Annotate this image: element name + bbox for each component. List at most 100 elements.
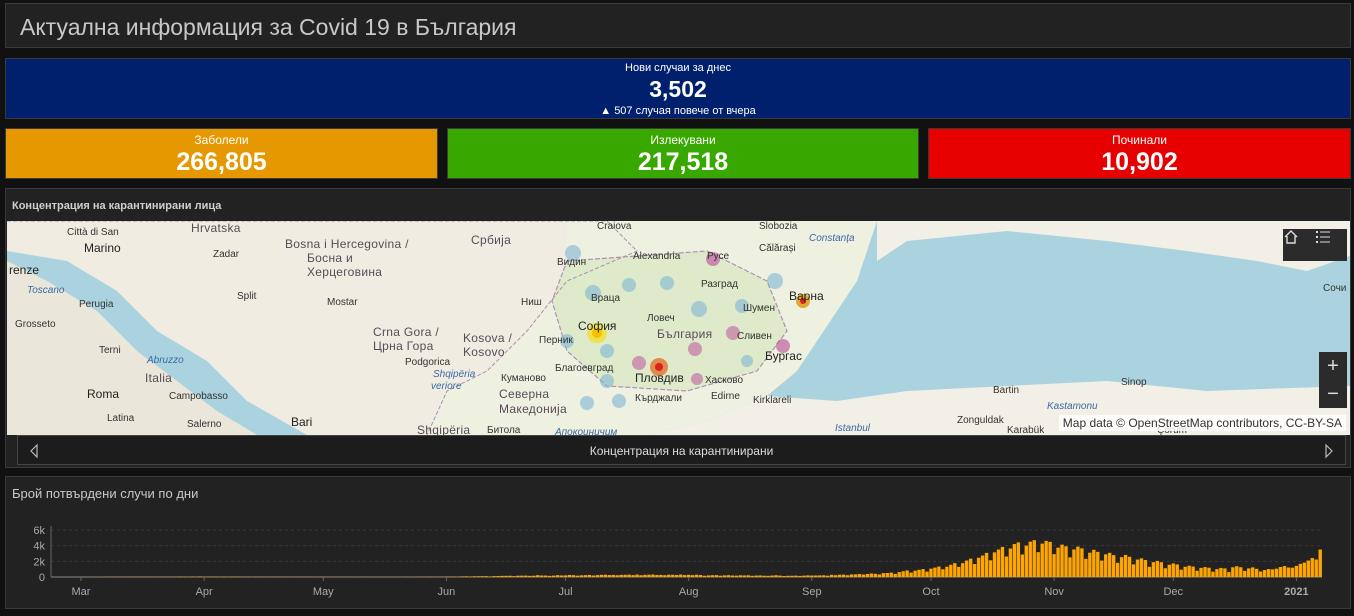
map-place-label: Шумен [743, 303, 776, 314]
chart-bar [567, 574, 572, 577]
map-place-label: Latina [107, 413, 135, 424]
chart-bar [611, 574, 615, 577]
chart-bar [1310, 558, 1314, 577]
header-bar: Актуална информация за Covid 19 в Българ… [5, 3, 1351, 48]
chart-bar [615, 575, 619, 577]
map-place-label: Ловеч [647, 313, 675, 324]
quarantine-map[interactable]: Città di San Marino Hrvatska Bosna i Her… [7, 221, 1350, 435]
chart-bar [698, 575, 703, 577]
map-place-label: Shqipëria [417, 423, 471, 435]
chart-bar [1088, 552, 1092, 577]
chart-bar [1127, 556, 1132, 577]
chart-bar [1187, 565, 1191, 577]
map-place-label: Kastamonu [1047, 401, 1098, 412]
x-tick-label: Dec [1163, 586, 1183, 598]
chart-bar [1231, 567, 1235, 577]
chart-bar [635, 574, 639, 577]
chart-bar [1258, 571, 1263, 577]
map-place-label: Shqipëria [433, 369, 476, 380]
chart-bar [687, 574, 691, 577]
chart-bar [496, 576, 500, 577]
chart-bar [1064, 546, 1068, 577]
chart-bar [555, 575, 560, 577]
chart-bar [623, 574, 627, 577]
chart-bar [905, 570, 909, 577]
chart-bar [575, 575, 580, 577]
chart-bar [639, 575, 643, 577]
map-place-label: Перник [539, 335, 573, 346]
zoom-out-button[interactable]: − [1319, 380, 1347, 408]
map-place-label: Видин [557, 257, 587, 268]
chart-bar [1298, 563, 1303, 577]
chart-bar [643, 574, 647, 577]
chart-bar [1052, 554, 1056, 577]
chart-bar [714, 575, 719, 577]
map-place-label: Italia [145, 371, 173, 385]
chart-bar [1020, 554, 1025, 577]
map-place-label: Србија [471, 233, 512, 247]
chart-bar [1123, 554, 1128, 577]
chart-bar [694, 574, 699, 577]
chart-bar [1024, 545, 1028, 577]
chart-bar [710, 575, 715, 577]
chart-bar [770, 575, 774, 577]
chart-bar [1306, 560, 1310, 577]
chart-bar [1195, 570, 1199, 577]
chart-bar [1294, 565, 1299, 577]
chart-bar [1159, 562, 1164, 577]
chart-bar [1239, 567, 1243, 577]
chart-bar [516, 575, 520, 577]
chart-bar [957, 566, 961, 577]
chart-bar [1100, 560, 1104, 577]
chart-bar [1139, 558, 1144, 577]
x-tick-label: Jun [438, 586, 456, 598]
map-place-label: Пловдив [635, 371, 684, 385]
chart-bar [790, 575, 794, 577]
map-place-label: Călărași [759, 243, 796, 254]
legend-list-icon [1316, 231, 1330, 243]
chart-bar [1251, 567, 1255, 577]
chart-bar [627, 574, 631, 577]
chart-bar [1266, 569, 1271, 577]
map-place-label: Constanța [809, 233, 855, 244]
chart-bar [1143, 559, 1148, 577]
chart-bar [897, 572, 901, 577]
map-place-label: Istanbul [835, 423, 871, 434]
deceased-label: Починали [1112, 133, 1167, 147]
chart-bar [472, 576, 476, 577]
chart-bar [1016, 542, 1021, 577]
chart-bar [683, 575, 687, 577]
recovered-label: Излекувани [650, 133, 716, 147]
home-button[interactable] [1283, 229, 1315, 261]
chart-bar [857, 574, 862, 577]
chart-bar [512, 576, 516, 577]
chart-bar [547, 575, 552, 577]
chart-bar [591, 575, 596, 577]
chart-bar [1199, 567, 1203, 577]
map-place-label: renze [9, 263, 40, 277]
chart-bar [794, 575, 798, 577]
chart-bar [845, 575, 850, 577]
new-cases-value: 3,502 [649, 76, 707, 102]
deceased-value: 10,902 [1101, 148, 1178, 176]
chart-bar [1314, 559, 1318, 577]
chart-bar [563, 575, 568, 577]
map-place-label: Куманово [501, 373, 546, 384]
chart-bar [1235, 566, 1239, 577]
legend-button[interactable] [1315, 229, 1347, 261]
chart-bar [1278, 567, 1283, 577]
chart-bar [579, 575, 584, 577]
chart-bar [595, 575, 600, 577]
chart-bar [1191, 566, 1195, 577]
chart-bar [806, 575, 810, 577]
chevron-right-icon[interactable] [1319, 442, 1337, 460]
chart-bar [965, 560, 969, 577]
chart-bar [849, 574, 854, 577]
map-place-label: Кърджали [635, 393, 682, 404]
map-place-label: Zonguldak [957, 415, 1004, 426]
recovered-card: Излекувани 217,518 [447, 128, 919, 179]
zoom-in-button[interactable]: + [1319, 352, 1347, 380]
x-tick-label: Aug [679, 586, 699, 598]
map-place-label: Ниш [521, 297, 542, 308]
chart-bar [1262, 570, 1267, 577]
